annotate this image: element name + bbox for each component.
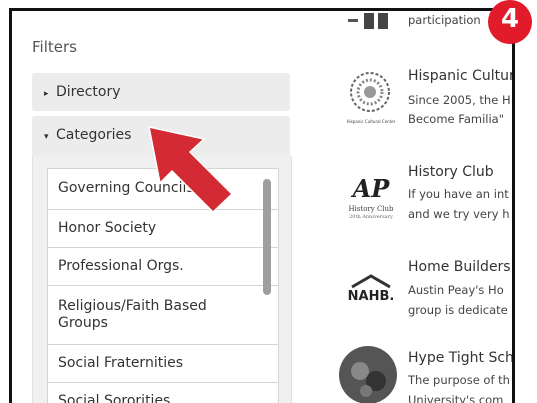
callout-arrow-icon (148, 126, 234, 214)
step-number: 4 (500, 4, 520, 34)
step-badge: 4 (488, 0, 532, 44)
